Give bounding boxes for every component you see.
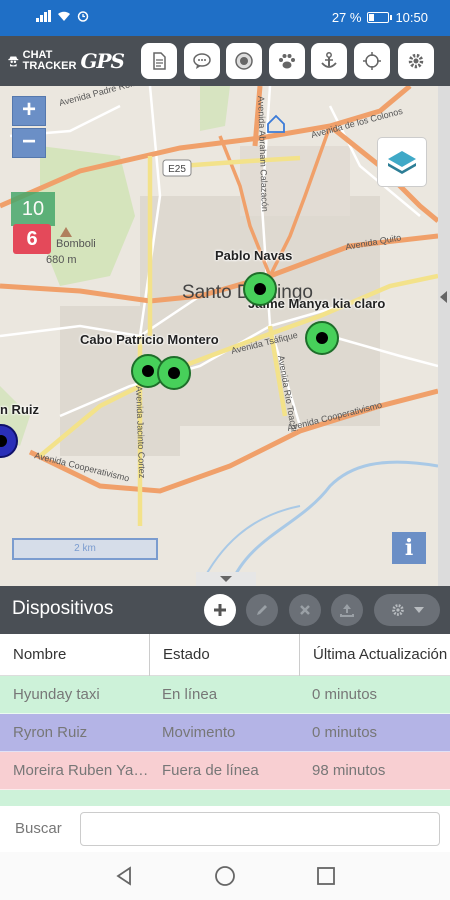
cell-status: Fuera de línea	[162, 762, 259, 779]
chevron-down-icon	[220, 576, 232, 582]
zoom-out-button[interactable]: −	[12, 128, 46, 158]
road-e25-shield: E25	[168, 164, 186, 175]
info-button[interactable]: i	[392, 532, 426, 564]
col-name[interactable]: Nombre	[0, 634, 149, 676]
recents-icon[interactable]	[314, 864, 338, 888]
add-device-button[interactable]	[204, 594, 236, 626]
cell-status: En línea	[162, 686, 218, 703]
gear-icon	[392, 604, 404, 616]
report-icon	[153, 52, 166, 70]
layers-icon	[388, 151, 416, 174]
cluster-6[interactable]: 6	[13, 224, 51, 254]
device-label-ryron: n Ruiz	[0, 402, 39, 417]
devices-header: Dispositivos	[0, 586, 450, 634]
map-view[interactable]: E25 Avenida de los Colonos Avenida Quito…	[0, 86, 438, 586]
device-marker-pablo[interactable]	[243, 272, 277, 306]
battery-icon	[367, 12, 393, 23]
col-updated[interactable]: Última Actualización	[299, 634, 450, 676]
back-icon[interactable]	[112, 864, 136, 888]
side-panel-toggle[interactable]	[438, 86, 450, 586]
cell-updated: 0 minutos	[312, 686, 378, 703]
zoom-in-button[interactable]: +	[12, 96, 46, 126]
table-row[interactable]: Moreira Ruben Yayaya Fuera de línea 98 min…	[0, 752, 450, 790]
device-settings-menu[interactable]	[374, 594, 440, 626]
map-tiles: E25 Avenida de los Colonos Avenida Quito…	[0, 86, 438, 586]
close-icon	[300, 605, 310, 615]
share-device-button[interactable]	[331, 594, 363, 626]
status-bar: 27 % 10:50	[0, 0, 450, 36]
search-input[interactable]	[80, 812, 440, 846]
spy-icon	[8, 56, 19, 67]
battery-percent: 27 %	[331, 10, 362, 25]
device-marker-jaime[interactable]	[305, 321, 339, 355]
logo-gps: GPS	[80, 48, 125, 73]
app-logo: CHAT TRACKER GPS	[8, 42, 125, 80]
locate-button[interactable]	[354, 43, 390, 79]
device-label-cabo: Cabo Patricio Montero	[80, 332, 219, 347]
cluster-10[interactable]: 10	[11, 192, 55, 226]
wifi-icon	[58, 11, 70, 21]
status-icons-left	[36, 10, 89, 22]
clock: 10:50	[395, 10, 428, 25]
cell-name: Hyunday taxi	[13, 686, 100, 703]
panel-collapse-handle[interactable]	[196, 572, 256, 586]
logo-text-2: TRACKER	[22, 60, 77, 72]
upload-icon	[340, 604, 354, 617]
record-icon	[235, 52, 253, 70]
android-nav-bar	[0, 852, 450, 900]
peak-elevation: 680 m	[46, 254, 77, 266]
anchor-button[interactable]	[311, 43, 347, 79]
settings-button[interactable]	[398, 43, 434, 79]
chat-button[interactable]	[184, 43, 220, 79]
pencil-icon	[257, 605, 267, 615]
edit-device-button[interactable]	[246, 594, 278, 626]
anchor-icon	[321, 52, 337, 68]
devices-table-header: Nombre Estado Última Actualización	[0, 634, 450, 676]
app-root: 27 % 10:50 CHAT TRACKER GPS E25 Avenida …	[0, 0, 450, 900]
chevron-left-icon	[440, 291, 447, 303]
search-bar: Buscar	[0, 806, 450, 852]
device-marker-cabo-2[interactable]	[157, 356, 191, 390]
caret-down-icon	[414, 607, 424, 613]
status-icons-right: 27 % 10:50	[332, 10, 428, 25]
devices-title: Dispositivos	[12, 598, 114, 619]
cell-name: Ryron Ruiz	[13, 724, 88, 741]
cell-name: Moreira Ruben Yayaya	[13, 762, 149, 779]
chat-icon	[193, 53, 211, 69]
table-row[interactable]: Hyunday taxi En línea 0 minutos	[0, 676, 450, 714]
top-toolbar: CHAT TRACKER GPS	[0, 36, 450, 86]
gear-icon	[408, 53, 424, 69]
record-button[interactable]	[226, 43, 262, 79]
crosshair-icon	[363, 52, 381, 70]
delete-device-button[interactable]	[289, 594, 321, 626]
peak-name: Bomboli	[56, 238, 96, 250]
table-row-partial	[0, 790, 450, 806]
plus-icon	[214, 604, 226, 616]
alarm-icon	[77, 11, 89, 22]
table-row[interactable]: Ryron Ruiz Movimento 0 minutos	[0, 714, 450, 752]
pets-button[interactable]	[269, 43, 305, 79]
cell-updated: 0 minutos	[312, 724, 378, 741]
cell-status: Movimento	[162, 724, 236, 741]
col-status[interactable]: Estado	[149, 634, 299, 676]
pawprint-icon	[279, 54, 295, 69]
search-label: Buscar	[15, 820, 62, 837]
layers-button[interactable]	[378, 138, 426, 186]
map-scale: 2 km	[12, 538, 158, 560]
device-label-pablo: Pablo Navas	[215, 248, 293, 263]
home-icon[interactable]	[213, 864, 237, 888]
signal-icon	[36, 10, 51, 22]
reports-button[interactable]	[141, 43, 177, 79]
cell-updated: 98 minutos	[312, 762, 386, 779]
